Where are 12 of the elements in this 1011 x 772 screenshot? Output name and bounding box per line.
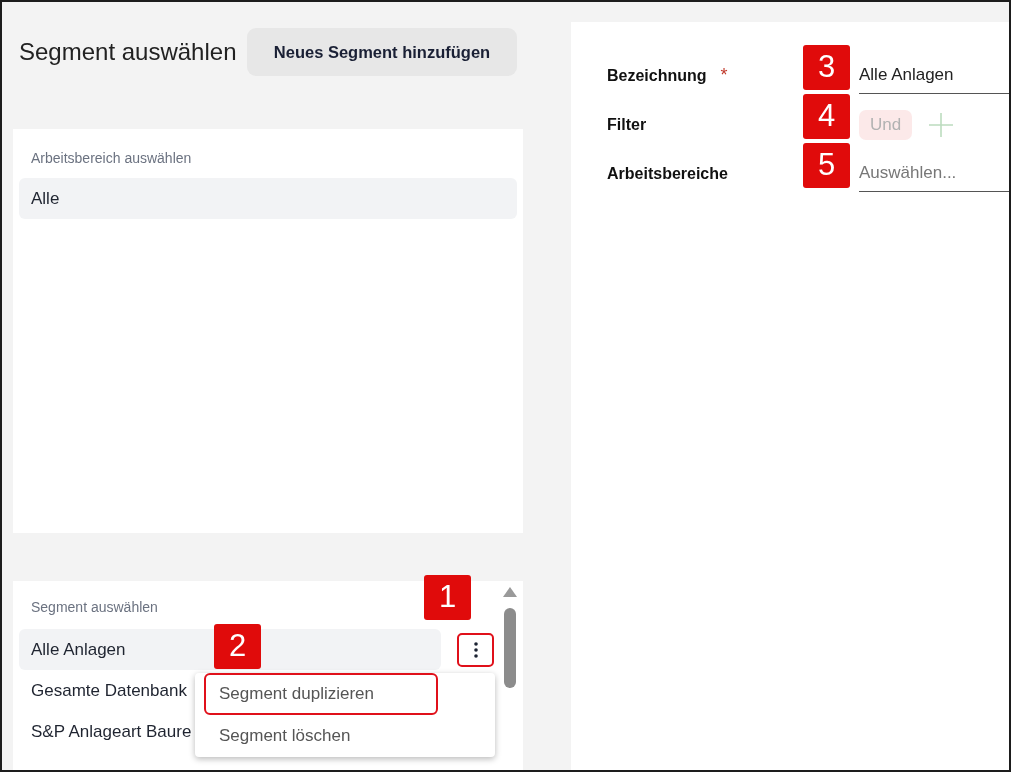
field-label: Filter	[607, 115, 647, 134]
callout-number: 3	[803, 44, 850, 90]
required-mark: *	[720, 65, 728, 86]
field-label: Bezeichnung	[607, 66, 707, 85]
page-title: Segment auswählen	[19, 38, 237, 66]
field-label: Arbeitsbereiche	[607, 164, 728, 183]
panel-label: Arbeitsbereich auswählen	[31, 149, 192, 166]
panel-label: Segment auswählen	[31, 599, 158, 615]
callout-number: 5	[803, 142, 850, 188]
callout-number: 1	[424, 574, 471, 620]
callout-number: 4	[803, 93, 850, 139]
callout-number: 2	[214, 623, 261, 669]
